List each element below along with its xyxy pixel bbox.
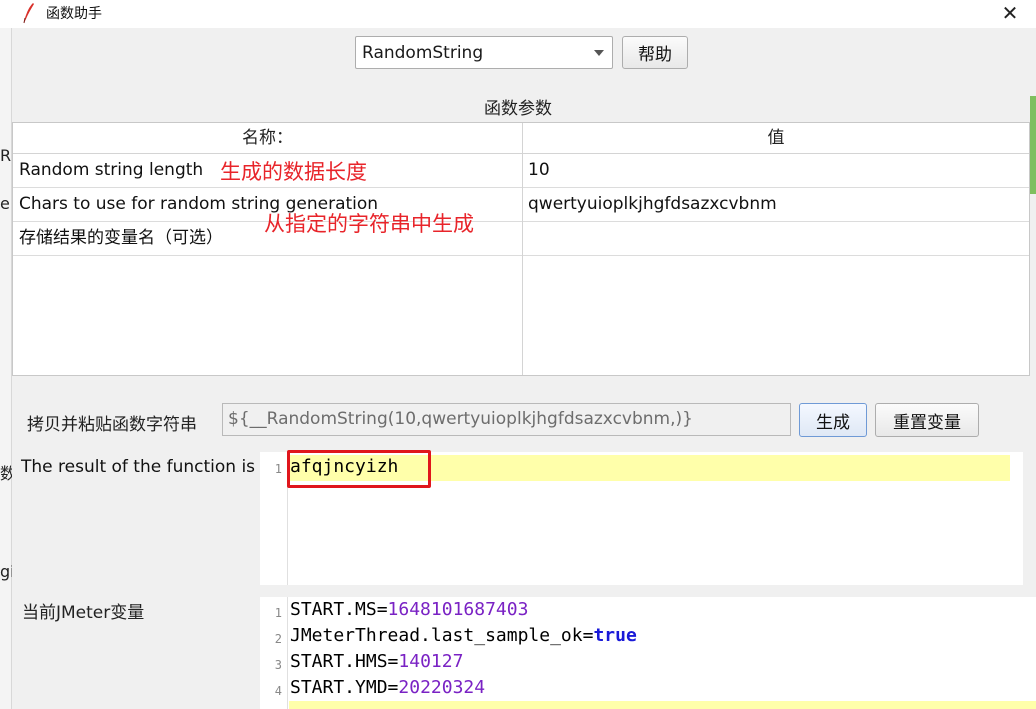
var-key: START.YMD [290,677,388,698]
generate-button[interactable]: 生成 [799,403,867,437]
var-key: START.HMS [290,651,388,672]
line-number: 3 [274,658,282,672]
param-name: 存储结果的变量名（可选） [19,228,223,248]
column-header-name[interactable]: 名称： [13,123,522,154]
line-number: 1 [274,462,282,476]
var-line: START.HMS=140127 [290,651,464,672]
var-line: START.YMD=20220324 [290,677,486,698]
close-button[interactable]: ✕ [998,1,1022,25]
column-divider [522,123,523,375]
background-window-edge [0,28,12,709]
var-key: JMeterThread.last_sample_ok [290,625,583,646]
background-fragment: gi [0,562,12,581]
vars-editor[interactable]: 1 START.MS=1648101687403 2 JMeterThread.… [260,597,1036,709]
params-table: 名称： 值 Random string length 10 Chars to u… [12,122,1030,376]
current-line-highlight [289,701,1036,709]
line-number: 1 [274,606,282,620]
var-value: true [593,625,637,646]
param-value[interactable]: 10 [528,154,550,187]
vars-label: 当前JMeter变量 [22,603,145,623]
annotation-length: 生成的数据长度 [220,160,367,184]
background-fragment: e [0,194,10,213]
function-select-value: RandomString [362,42,484,63]
table-row[interactable]: 存储结果的变量名（可选） [13,222,1029,256]
feather-icon [23,3,34,24]
title-bar: 函数助手 ✕ [0,0,1036,28]
table-row[interactable]: Random string length 10 [13,154,1029,188]
copy-label: 拷贝并粘贴函数字符串 [27,415,197,435]
var-line: START.MS=1648101687403 [290,599,529,620]
background-fragment: R [0,146,12,165]
background-fragment: 数 [0,464,12,483]
var-value: 140127 [398,651,464,672]
table-row[interactable]: Chars to use for random string generatio… [13,188,1029,222]
annotation-chars: 从指定的字符串中生成 [264,212,474,236]
function-string-field[interactable]: ${__RandomString(10,qwertyuioplkjhgfdsaz… [222,403,791,436]
result-label: The result of the function is [21,457,256,477]
var-value: 1648101687403 [387,599,529,620]
background-window-edge [1030,176,1036,194]
highlight-box [287,450,431,488]
line-number: 2 [274,632,282,646]
var-line: JMeterThread.last_sample_ok=true [290,625,637,646]
column-header-value[interactable]: 值 [523,123,1029,154]
window-title: 函数助手 [46,6,102,22]
chevron-down-icon [594,50,604,56]
line-number: 4 [274,684,282,698]
help-button[interactable]: 帮助 [622,36,688,69]
var-value: 20220324 [398,677,486,698]
param-value[interactable]: qwertyuioplkjhgfdsazxcvbnm [528,188,777,221]
reset-variables-button[interactable]: 重置变量 [875,403,979,437]
function-select[interactable]: RandomString [355,36,613,69]
var-key: START.MS [290,599,377,620]
param-name: Random string length [19,160,204,180]
params-section-label: 函数参数 [484,99,552,119]
